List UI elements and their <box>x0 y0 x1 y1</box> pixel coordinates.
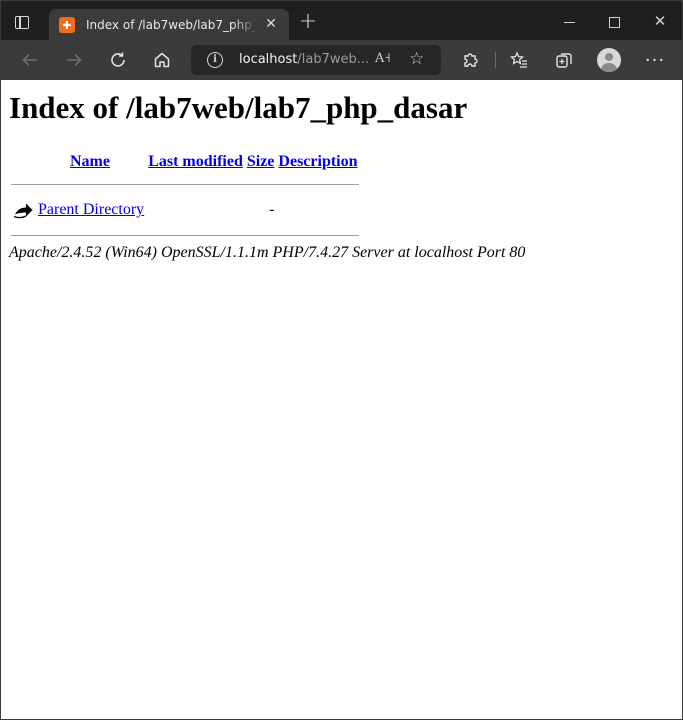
read-aloud-icon[interactable]: A˧ <box>375 51 391 66</box>
xampp-icon: ✚ <box>59 17 75 33</box>
tab-actions-button[interactable] <box>11 11 33 33</box>
directory-listing: Name Last modified Size Description Pare… <box>9 150 361 248</box>
toolbar-divider <box>495 52 496 68</box>
sort-by-description-link[interactable]: Description <box>278 153 357 170</box>
sort-by-name-link[interactable]: Name <box>70 153 110 170</box>
parent-directory-link[interactable]: Parent Directory <box>38 201 144 218</box>
back-arrow-icon <box>13 203 33 219</box>
row-icon-cell <box>11 197 35 223</box>
add-favorite-icon[interactable]: ☆ <box>409 49 424 69</box>
arrow-right-icon <box>67 53 82 67</box>
maximize-button[interactable] <box>599 11 629 33</box>
header-row: Name Last modified Size Description <box>11 152 359 172</box>
close-window-button[interactable]: ✕ <box>645 11 675 33</box>
home-button[interactable] <box>149 48 175 72</box>
tab-close-icon[interactable]: ✕ <box>263 16 279 34</box>
extensions-button[interactable] <box>457 48 483 72</box>
server-signature: Apache/2.4.52 (Win64) OpenSSL/1.1.1m PHP… <box>9 244 526 261</box>
reload-icon <box>111 52 125 67</box>
tab-bar: ✚ Index of /lab7web/lab7_php_dasar ✕ + ✕ <box>0 0 683 41</box>
footer-divider <box>11 225 359 246</box>
more-menu-button[interactable]: ··· <box>642 48 668 72</box>
arrow-left-icon <box>22 53 37 67</box>
name-column-header: Name <box>37 152 145 172</box>
row-size-cell: - <box>269 201 275 218</box>
row-modified-cell <box>147 197 244 223</box>
sort-by-modified-link[interactable]: Last modified <box>148 153 243 170</box>
tab-title: Index of /lab7web/lab7_php_dasar <box>86 18 258 32</box>
row-description-cell <box>277 197 358 223</box>
back-button[interactable] <box>17 48 43 72</box>
modified-column-header: Last modified <box>147 152 244 172</box>
tab-active[interactable]: ✚ Index of /lab7web/lab7_php_dasar ✕ <box>49 9 289 41</box>
page-content: Index of /lab7web/lab7_php_dasar Name La… <box>1 80 682 719</box>
description-column-header: Description <box>277 152 358 172</box>
profile-avatar[interactable] <box>597 48 621 72</box>
browser-toolbar: i localhost/lab7web... A˧ ☆ ··· <box>0 40 683 80</box>
header-divider <box>11 174 359 195</box>
collections-button[interactable] <box>551 48 577 72</box>
icon-column-header <box>11 152 35 172</box>
tab-actions-icon <box>15 15 29 29</box>
forward-button[interactable] <box>61 48 87 72</box>
favorites-icon <box>510 51 527 68</box>
url-text: localhost/lab7web... <box>239 52 370 67</box>
row-name-cell: Parent Directory <box>37 197 145 223</box>
size-column-header: Size <box>246 152 276 172</box>
page-title: Index of /lab7web/lab7_php_dasar <box>9 90 468 125</box>
new-tab-button[interactable]: + <box>297 11 319 34</box>
table-row: Parent Directory - <box>11 197 359 223</box>
minimize-button[interactable] <box>555 11 585 33</box>
favorites-button[interactable] <box>506 48 532 72</box>
sort-by-size-link[interactable]: Size <box>247 153 275 170</box>
info-icon[interactable]: i <box>207 52 223 68</box>
collections-icon <box>556 53 572 68</box>
home-icon <box>154 52 170 68</box>
puzzle-icon <box>464 53 478 67</box>
reload-button[interactable] <box>105 48 131 72</box>
address-bar[interactable]: i localhost/lab7web... A˧ ☆ <box>191 45 441 75</box>
